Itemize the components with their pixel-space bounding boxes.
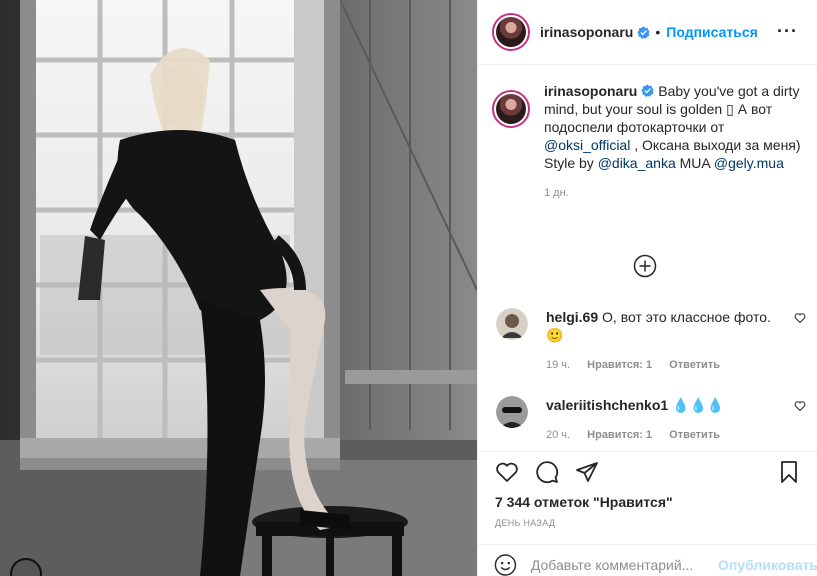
load-more-icon[interactable] <box>633 254 657 278</box>
post-caption: irinasoponaru Baby you've got a dirty mi… <box>492 82 802 202</box>
comment-item: valeriitishchenko1 💧💧💧 20 ч. Нравится: 1… <box>496 396 806 444</box>
caption-username[interactable]: irinasoponaru <box>544 83 637 99</box>
comment-time: 20 ч. <box>546 429 571 441</box>
comment-text: 💧💧💧 <box>668 397 725 413</box>
likes-count[interactable]: 7 344 отметок "Нравится" <box>495 494 673 510</box>
comment-icon[interactable] <box>535 460 559 484</box>
mention-link-oksi[interactable]: @oksi_official <box>544 137 630 153</box>
caption-timestamp: 1 дн. <box>544 187 569 199</box>
comment-heart-icon[interactable] <box>794 312 806 324</box>
post-date: ДЕНЬ НАЗАД <box>495 518 556 528</box>
caption-text: irinasoponaru Baby you've got a dirty mi… <box>544 82 802 202</box>
commenter-avatar[interactable] <box>496 308 528 340</box>
mention-link-dika[interactable]: @dika_anka <box>598 155 676 171</box>
verified-icon <box>641 84 655 97</box>
verified-icon <box>637 25 651 39</box>
comment-username[interactable]: valeriitishchenko1 <box>546 397 668 413</box>
mention-link-gely[interactable]: @gely.mua <box>714 155 784 171</box>
caption-body-4: MUA <box>675 155 714 171</box>
add-comment-bar: Опубликовать <box>478 544 817 576</box>
comment-meta: 19 ч. Нравится: 1 Ответить <box>546 356 771 374</box>
reply-button[interactable]: Ответить <box>669 359 720 371</box>
save-icon[interactable] <box>777 460 801 484</box>
caption-glyph: ▯ <box>726 101 734 117</box>
photo-illustration <box>0 0 477 576</box>
follow-button[interactable]: Подписаться <box>666 24 758 40</box>
publish-button[interactable]: Опубликовать <box>718 557 817 573</box>
reply-button[interactable]: Ответить <box>669 429 720 441</box>
more-icon[interactable]: ··· <box>777 22 798 40</box>
comment-time: 19 ч. <box>546 359 571 371</box>
post-actions: 7 344 отметок "Нравится" ДЕНЬ НАЗАД Опуб… <box>478 451 817 576</box>
author-avatar[interactable] <box>492 13 530 51</box>
comment-username[interactable]: helgi.69 <box>546 309 598 325</box>
share-icon[interactable] <box>575 460 599 484</box>
comment-item: helgi.69 О, вот это классное фото.🙂 19 ч… <box>496 308 806 374</box>
comment-likes[interactable]: Нравится: 1 <box>587 429 652 441</box>
header-separator: • <box>655 24 661 40</box>
comment-meta: 20 ч. Нравится: 1 Ответить <box>546 426 771 444</box>
heart-icon[interactable] <box>495 460 519 484</box>
commenter-avatar[interactable] <box>496 396 528 428</box>
smiley-icon[interactable] <box>494 553 517 576</box>
comment-body: helgi.69 О, вот это классное фото.🙂 19 ч… <box>546 308 771 374</box>
post-details-panel: irinasoponaru • Подписаться ··· irinasop… <box>477 0 817 576</box>
author-username[interactable]: irinasoponaru <box>540 24 633 40</box>
post-photo[interactable] <box>0 0 477 576</box>
comment-body: valeriitishchenko1 💧💧💧 20 ч. Нравится: 1… <box>546 396 771 444</box>
comment-likes[interactable]: Нравится: 1 <box>587 359 652 371</box>
comment-input[interactable] <box>530 556 713 573</box>
caption-avatar[interactable] <box>492 90 530 128</box>
instagram-post: irinasoponaru • Подписаться ··· irinasop… <box>0 0 817 576</box>
post-header: irinasoponaru • Подписаться ··· <box>478 0 817 65</box>
comment-heart-icon[interactable] <box>794 400 806 412</box>
